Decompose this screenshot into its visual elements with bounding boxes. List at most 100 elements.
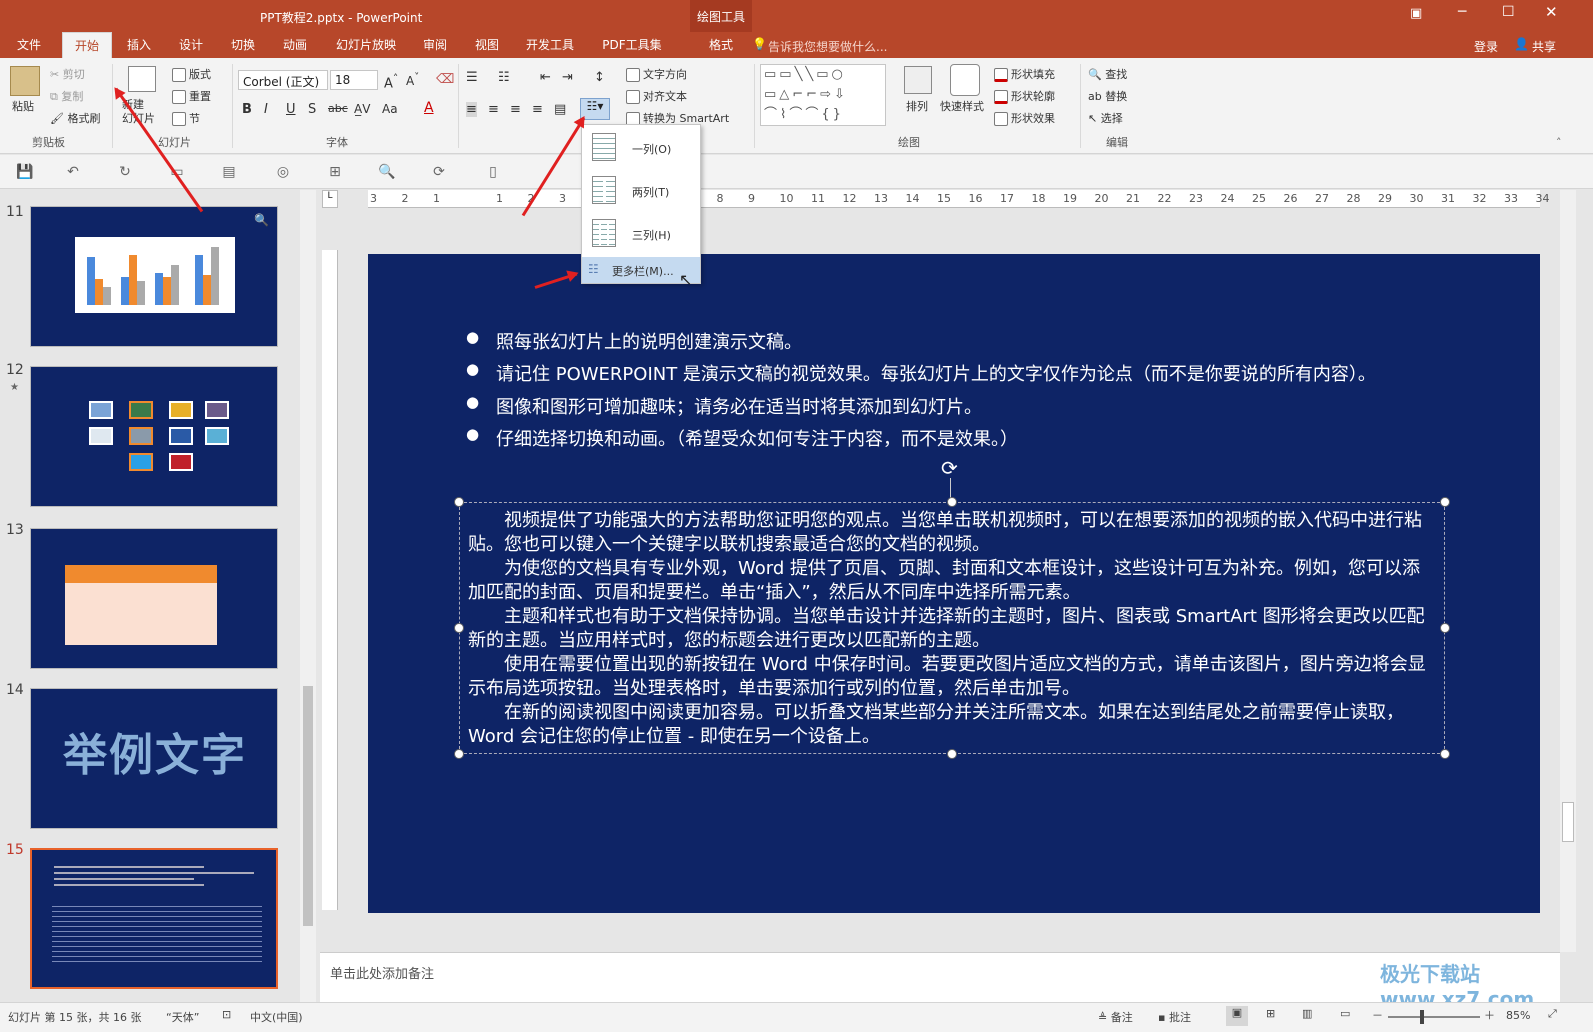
arrange-button[interactable]: 排列	[906, 98, 928, 114]
body-paragraph[interactable]: 主题和样式也有助于文档保持协调。当您单击设计并选择新的主题时，图片、图表或 Sm…	[460, 605, 1444, 653]
preview-icon[interactable]: 🔍	[378, 163, 396, 181]
find-button[interactable]: 🔍 查找	[1088, 66, 1127, 82]
grow-font-icon[interactable]: A˄	[384, 72, 398, 91]
cut-button[interactable]: ✂ 剪切	[50, 66, 85, 82]
format-painter-button[interactable]: 🖌 格式刷	[50, 110, 100, 126]
change-case-icon[interactable]: Aa	[382, 102, 398, 116]
shrink-font-icon[interactable]: A˅	[406, 72, 419, 88]
maximize-icon[interactable]: ☐	[1502, 4, 1515, 20]
normal-view-icon[interactable]: ▣	[1226, 1006, 1248, 1026]
toolbar-icon[interactable]: ◎	[274, 163, 292, 181]
reset-button[interactable]: 重置	[172, 88, 211, 104]
resize-handle[interactable]	[1440, 623, 1450, 633]
align-right-icon[interactable]: ≡	[510, 102, 521, 117]
increase-indent-icon[interactable]: ⇥	[562, 70, 573, 85]
tab-developer[interactable]: 开发工具	[518, 32, 582, 58]
menu-item-two-columns[interactable]: 两列(T)	[582, 170, 700, 210]
section-button[interactable]: 节	[172, 110, 200, 126]
text-direction-button[interactable]: 文字方向	[626, 66, 687, 82]
scroll-thumb[interactable]	[303, 686, 313, 926]
tab-slideshow[interactable]: 幻灯片放映	[328, 32, 404, 58]
italic-icon[interactable]: I	[264, 102, 268, 117]
body-paragraph[interactable]: 视频提供了功能强大的方法帮助您证明您的观点。当您单击联机视频时，可以在想要添加的…	[460, 509, 1444, 557]
close-icon[interactable]: ✕	[1545, 3, 1558, 21]
quick-styles-button[interactable]: 快速样式	[940, 98, 984, 114]
resize-handle[interactable]	[947, 497, 957, 507]
slide-thumbnail-15[interactable]	[30, 848, 278, 989]
slide-thumbnail-11[interactable]: 🔍	[30, 206, 278, 347]
menu-item-three-columns[interactable]: 三列(H)	[582, 213, 700, 253]
font-color-icon[interactable]: A	[424, 100, 434, 116]
shape-effects-button[interactable]: 形状效果	[994, 110, 1055, 126]
tab-view[interactable]: 视图	[464, 32, 510, 58]
language-indicator[interactable]: 中文(中国)	[250, 1009, 303, 1025]
toolbar-icon[interactable]: ▯	[484, 163, 502, 181]
underline-icon[interactable]: U	[286, 102, 296, 117]
font-name-select[interactable]: Corbel (正文)	[238, 70, 328, 90]
justify-icon[interactable]: ≡	[532, 102, 543, 117]
replace-button[interactable]: ab 替换	[1088, 88, 1127, 104]
menu-item-one-column[interactable]: 一列(O)	[582, 127, 700, 167]
bullet-item[interactable]: 图像和图形可增加趣味；请务必在适当时将其添加到幻灯片。	[466, 393, 982, 419]
fit-slide-icon[interactable]: ⤢	[1548, 1007, 1557, 1021]
tab-home[interactable]: 开始	[62, 32, 112, 58]
tab-file[interactable]: 文件	[4, 32, 54, 58]
tab-stop-selector[interactable]: L	[322, 190, 338, 208]
distribute-icon[interactable]: ▤	[554, 102, 566, 117]
line-spacing-icon[interactable]: ↕	[594, 70, 605, 85]
collapse-ribbon-icon[interactable]: ˄	[1556, 136, 1562, 149]
notes-toggle[interactable]: ≜ 备注	[1098, 1009, 1133, 1025]
tab-transitions[interactable]: 切换	[220, 32, 266, 58]
layout-button[interactable]: 版式	[172, 66, 211, 82]
arrange-icon[interactable]	[904, 66, 932, 94]
zoom-out-icon[interactable]: －	[1372, 1007, 1383, 1023]
editor-scrollbar[interactable]	[1560, 190, 1576, 952]
select-button[interactable]: ↖ 选择	[1088, 110, 1123, 126]
quick-styles-icon[interactable]	[950, 64, 980, 96]
toolbar-icon[interactable]: ⟳	[430, 163, 448, 181]
notes-placeholder[interactable]: 单击此处添加备注	[330, 963, 434, 982]
redo-icon[interactable]: ↻	[116, 163, 134, 181]
font-size-select[interactable]: 18	[330, 70, 378, 90]
ribbon-display-icon[interactable]: ▣	[1410, 6, 1422, 21]
shapes-gallery[interactable]: ▭▭╲╲▭○ ▭△⌐⌐⇨⇩ ⌒⌇⌒⌒{}	[760, 64, 886, 126]
decrease-indent-icon[interactable]: ⇤	[540, 70, 551, 85]
clear-format-icon[interactable]: ⌫	[436, 72, 454, 87]
zoom-slider-thumb[interactable]	[1420, 1010, 1424, 1024]
zoom-slider[interactable]	[1388, 1016, 1480, 1018]
comments-toggle[interactable]: ▪ 批注	[1158, 1009, 1191, 1025]
notes-pane[interactable]: 单击此处添加备注	[320, 952, 1560, 1002]
theme-name[interactable]: “天体”	[166, 1009, 199, 1025]
bullet-item[interactable]: 仔细选择切换和动画。（希望受众如何专注于内容，而不是效果。）	[466, 425, 1018, 451]
minimize-icon[interactable]: ─	[1458, 4, 1466, 20]
reading-view-icon[interactable]: ▥	[1302, 1007, 1312, 1020]
zoom-in-icon[interactable]: ＋	[1484, 1007, 1495, 1023]
body-paragraph[interactable]: 为使您的文档具有专业外观，Word 提供了页眉、页脚、封面和文本框设计，这些设计…	[460, 557, 1444, 605]
body-paragraph[interactable]: 使用在需要位置出现的新按钮在 Word 中保存时间。若要更改图片适应文档的方式，…	[460, 653, 1444, 701]
selected-text-box[interactable]: 视频提供了功能强大的方法帮助您证明您的观点。当您单击联机视频时，可以在想要添加的…	[454, 497, 1450, 759]
tab-pdf[interactable]: PDF工具集	[594, 32, 670, 58]
slideshow-icon[interactable]: ▭	[1340, 1007, 1350, 1020]
tab-design[interactable]: 设计	[168, 32, 214, 58]
slide-sorter-icon[interactable]: ⊞	[1266, 1007, 1275, 1020]
resize-handle[interactable]	[1440, 497, 1450, 507]
char-spacing-icon[interactable]: A̲V	[354, 102, 370, 116]
bullets-icon[interactable]: ☰	[466, 70, 478, 85]
tab-insert[interactable]: 插入	[116, 32, 162, 58]
shadow-icon[interactable]: S	[308, 102, 316, 117]
shape-fill-button[interactable]: 形状填充	[994, 66, 1055, 82]
align-text-button[interactable]: 对齐文本	[626, 88, 687, 104]
align-left-icon[interactable]: ≡	[466, 102, 477, 117]
bullet-item[interactable]: 请记住 POWERPOINT 是演示文稿的视觉效果。每张幻灯片上的文字仅作为论点…	[466, 360, 1376, 386]
align-center-icon[interactable]: ≡	[488, 102, 499, 117]
paste-icon[interactable]	[10, 66, 40, 96]
save-icon[interactable]: 💾	[16, 163, 34, 181]
resize-handle[interactable]	[947, 749, 957, 759]
toolbar-icon[interactable]: ▤	[220, 163, 238, 181]
new-slide-icon[interactable]	[128, 66, 156, 92]
undo-icon[interactable]: ↶	[64, 163, 82, 181]
copy-button[interactable]: ⧉ 复制	[50, 88, 83, 104]
strikethrough-icon[interactable]: abc	[328, 102, 348, 115]
vertical-ruler[interactable]	[322, 250, 338, 910]
resize-handle[interactable]	[454, 623, 464, 633]
